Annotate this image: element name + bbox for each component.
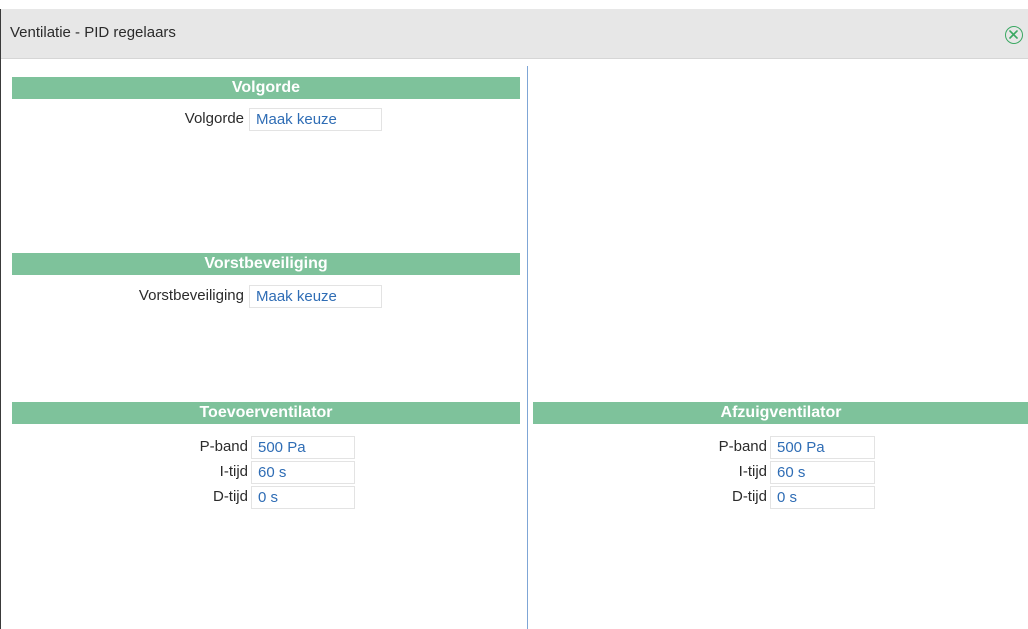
toevoer-pband-field[interactable]: 500 Pa: [251, 436, 355, 459]
dialog-title: Ventilatie - PID regelaars: [10, 24, 176, 41]
volgorde-select[interactable]: Maak keuze: [249, 108, 382, 131]
vorstbeveiliging-label: Vorstbeveiliging: [138, 287, 244, 304]
toevoer-itijd-label: I-tijd: [219, 463, 248, 480]
section-header-volgorde: Volgorde: [12, 77, 520, 99]
close-circle-icon: [1009, 30, 1018, 39]
toevoer-dtijd-field[interactable]: 0 s: [251, 486, 355, 509]
section-header-vorstbeveiliging: Vorstbeveiliging: [12, 253, 520, 275]
afzuig-dtijd-field[interactable]: 0 s: [770, 486, 875, 509]
dialog-header: Ventilatie - PID regelaars: [1, 9, 1028, 59]
afzuig-pband-label: P-band: [718, 438, 767, 455]
section-header-afzuigventilator: Afzuigventilator: [533, 402, 1028, 424]
toevoer-itijd-field[interactable]: 60 s: [251, 461, 355, 484]
toevoer-dtijd-label: D-tijd: [212, 488, 248, 505]
section-header-toevoerventilator: Toevoerventilator: [12, 402, 520, 424]
close-button[interactable]: [1005, 26, 1023, 44]
volgorde-label: Volgorde: [184, 110, 244, 127]
afzuig-itijd-label: I-tijd: [738, 463, 767, 480]
afzuig-itijd-field[interactable]: 60 s: [770, 461, 875, 484]
afzuig-dtijd-label: D-tijd: [731, 488, 767, 505]
toevoer-pband-label: P-band: [199, 438, 248, 455]
column-divider: [527, 66, 528, 629]
afzuig-pband-field[interactable]: 500 Pa: [770, 436, 875, 459]
pid-dialog: Ventilatie - PID regelaars Volgorde Volg…: [0, 9, 1028, 629]
top-strip: [0, 0, 1028, 9]
vorstbeveiliging-select[interactable]: Maak keuze: [249, 285, 382, 308]
